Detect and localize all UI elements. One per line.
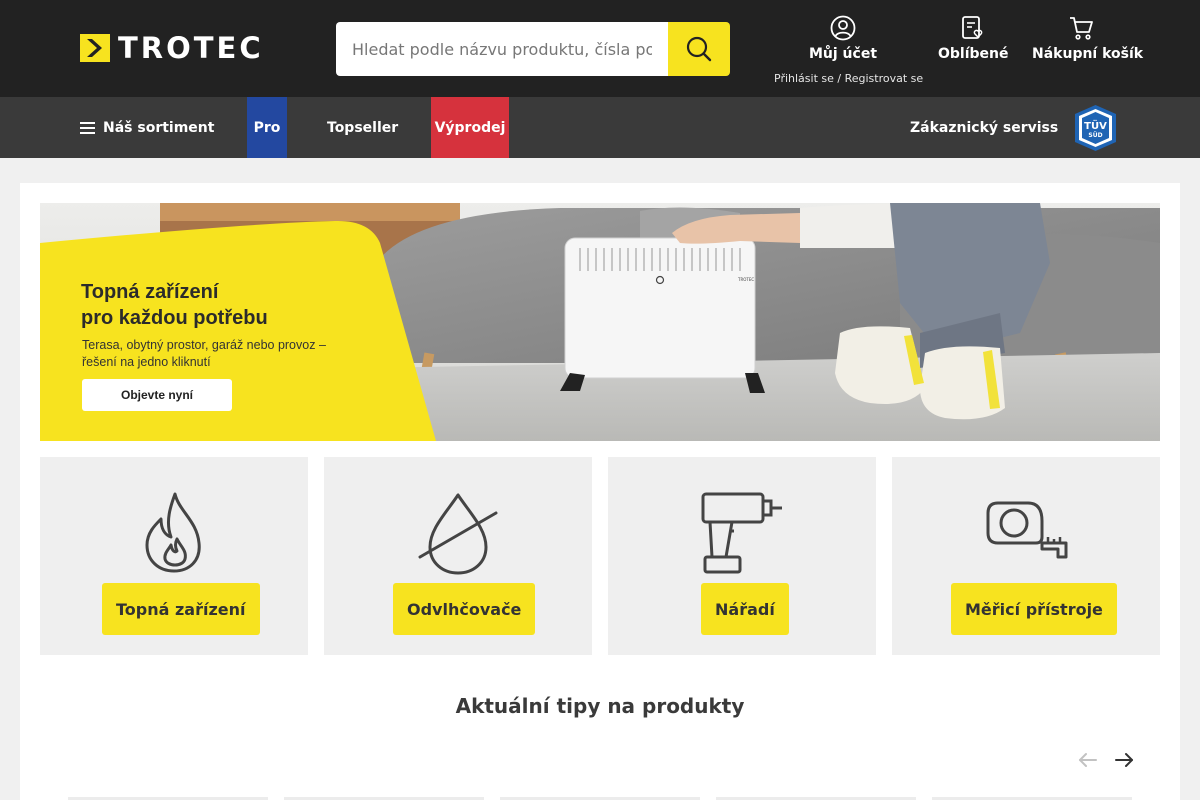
product-tips-heading: Aktuální tipy na produkty bbox=[455, 694, 745, 718]
tuv-badge[interactable]: TÜV SÜD bbox=[1071, 104, 1120, 152]
favorites-list-icon bbox=[962, 16, 983, 39]
flame-icon bbox=[145, 492, 201, 573]
nav-pro[interactable]: Pro bbox=[247, 97, 287, 158]
category-button-measuring[interactable]: Měřicí přístroje bbox=[951, 583, 1117, 635]
category-tile-measuring[interactable]: Měřicí přístroje bbox=[892, 457, 1160, 655]
trotec-logo[interactable]: TROTEC bbox=[80, 31, 264, 65]
category-button-dehumidifiers[interactable]: Odvlhčovače bbox=[393, 583, 536, 635]
tape-measure-icon bbox=[986, 501, 1068, 559]
search-icon bbox=[686, 36, 712, 62]
drop-crossed-icon bbox=[418, 493, 498, 575]
cart-icon bbox=[1070, 17, 1093, 40]
category-button-heaters[interactable]: Topná zařízení bbox=[102, 583, 260, 635]
nav-assortment-label: Náš sortiment bbox=[103, 119, 215, 136]
favorites-label: Oblíbené bbox=[938, 46, 1009, 62]
banner-subtitle: Terasa, obytný prostor, garáž nebo provo… bbox=[82, 337, 372, 371]
hero-banner[interactable]: TROTEC Topná zařízení pro každou potřebu… bbox=[40, 203, 1160, 441]
category-button-tools[interactable]: Nářadí bbox=[701, 583, 789, 635]
favorites-link[interactable]: Oblíbené bbox=[938, 14, 1009, 62]
banner-subtitle-line2: řešení na jedno kliknutí bbox=[82, 355, 211, 369]
logo-text: TROTEC bbox=[118, 31, 264, 65]
nav-topseller[interactable]: Topseller bbox=[327, 97, 398, 158]
heater-brand-text: TROTEC bbox=[737, 277, 754, 282]
account-label: Můj účet bbox=[808, 46, 878, 62]
logo-chevron-icon bbox=[80, 34, 110, 62]
category-tile-dehumidifiers[interactable]: Odvlhčovače bbox=[324, 457, 592, 655]
cart-label: Nákupní košík bbox=[1032, 46, 1144, 62]
login-register-link[interactable]: Přihlásit se / Registrovat se bbox=[774, 72, 923, 85]
carousel-prev-arrow-icon[interactable] bbox=[1076, 748, 1100, 772]
discover-now-button[interactable]: Objevte nyní bbox=[82, 379, 232, 411]
banner-title-line1: Topná zařízení bbox=[81, 281, 219, 303]
search-bar bbox=[336, 22, 730, 76]
search-input[interactable] bbox=[336, 22, 668, 76]
account-link[interactable]: Můj účet Přihlásit se / Registrovat se bbox=[774, 14, 923, 85]
carousel-next-arrow-icon[interactable] bbox=[1112, 748, 1136, 772]
nav-customer-service[interactable]: Zákaznický serviss bbox=[910, 97, 1058, 158]
banner-title: Topná zařízení pro každou potřebu bbox=[81, 279, 381, 331]
nav-sale[interactable]: Výprodej bbox=[431, 97, 509, 158]
category-tile-tools[interactable]: Nářadí bbox=[608, 457, 876, 655]
category-tile-heaters[interactable]: Topná zařízení bbox=[40, 457, 308, 655]
banner-subtitle-line1: Terasa, obytný prostor, garáž nebo provo… bbox=[82, 338, 326, 352]
cart-link[interactable]: Nákupní košík bbox=[1032, 14, 1144, 62]
tuv-badge-text: TÜV bbox=[1084, 118, 1107, 132]
search-button[interactable] bbox=[668, 22, 730, 76]
nav-assortment[interactable]: Náš sortiment bbox=[80, 97, 214, 158]
user-icon bbox=[830, 15, 856, 41]
tuv-badge-subtext: SÜD bbox=[1088, 132, 1102, 139]
menu-icon bbox=[80, 121, 95, 134]
banner-title-line2: pro každou potřebu bbox=[81, 307, 268, 329]
drill-icon bbox=[701, 492, 782, 574]
